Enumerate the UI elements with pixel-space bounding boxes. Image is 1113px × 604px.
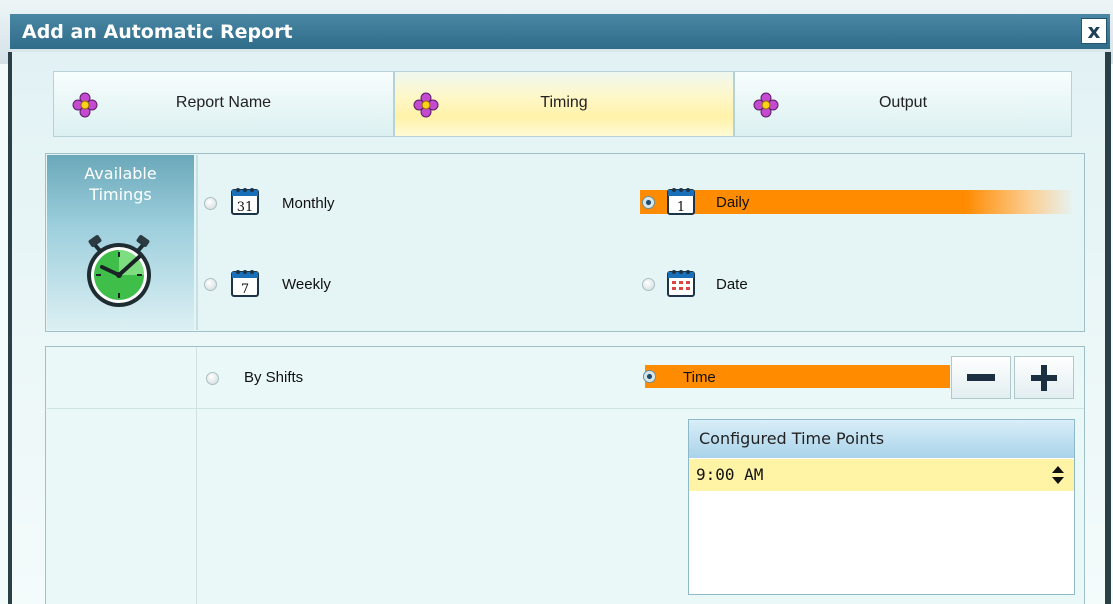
tab-output[interactable]: Output bbox=[734, 71, 1072, 137]
time-label: Time bbox=[683, 369, 716, 386]
schedule-row-divider bbox=[47, 408, 1084, 409]
monthly-label: Monthly bbox=[282, 195, 335, 212]
tab-timing-label: Timing bbox=[540, 94, 588, 111]
daily-radio[interactable] bbox=[642, 196, 655, 209]
time-point-value[interactable]: 9:00 AM bbox=[696, 465, 763, 485]
time-radio[interactable] bbox=[643, 370, 656, 383]
calendar-monthly-icon: 31 bbox=[231, 188, 259, 215]
remove-time-button[interactable] bbox=[951, 356, 1011, 399]
minus-icon bbox=[967, 373, 995, 381]
plus-icon bbox=[1031, 364, 1057, 391]
monthly-radio[interactable] bbox=[204, 197, 217, 210]
tab-report-name[interactable]: Report Name bbox=[53, 71, 394, 137]
available-timings-header: Available Timings bbox=[47, 155, 194, 330]
close-button[interactable]: x bbox=[1081, 18, 1107, 44]
available-timings-title-line2: Timings bbox=[89, 185, 152, 204]
window-border-right bbox=[1105, 52, 1111, 604]
by-shifts-label: By Shifts bbox=[244, 369, 304, 386]
time-points-header: Configured Time Points bbox=[689, 420, 1074, 458]
date-radio[interactable] bbox=[642, 278, 655, 291]
tab-timing[interactable]: Timing bbox=[394, 71, 734, 137]
calendar-daily-icon: 1 bbox=[667, 188, 695, 215]
calendar-weekly-text: 7 bbox=[241, 282, 249, 297]
schedule-column-divider bbox=[196, 347, 197, 604]
date-label: Date bbox=[716, 276, 748, 293]
timings-panel bbox=[45, 153, 1085, 332]
weekly-radio[interactable] bbox=[204, 278, 217, 291]
daily-selection-bar[interactable] bbox=[640, 190, 1074, 214]
available-timings-title-line1: Available bbox=[84, 164, 157, 183]
time-point-row[interactable]: 9:00 AM bbox=[689, 459, 1074, 491]
available-timings-title: Available Timings bbox=[47, 163, 194, 205]
calendar-daily-text: 1 bbox=[677, 200, 685, 215]
spinner-arrows-icon[interactable] bbox=[1051, 465, 1065, 485]
window-title: Add an Automatic Report bbox=[22, 21, 293, 43]
calendar-monthly-text: 31 bbox=[237, 200, 254, 215]
add-time-button[interactable] bbox=[1014, 356, 1074, 399]
weekly-label: Weekly bbox=[282, 276, 331, 293]
by-shifts-radio[interactable] bbox=[206, 372, 219, 385]
close-icon: x bbox=[1087, 19, 1101, 43]
daily-label: Daily bbox=[716, 194, 750, 211]
time-points-header-label: Configured Time Points bbox=[699, 429, 885, 448]
tab-output-label: Output bbox=[878, 94, 928, 111]
tab-report-name-label: Report Name bbox=[175, 94, 272, 111]
calendar-date-icon bbox=[667, 270, 695, 297]
calendar-weekly-icon: 7 bbox=[231, 270, 259, 297]
timings-divider bbox=[196, 155, 198, 330]
stopwatch-icon bbox=[87, 235, 151, 307]
